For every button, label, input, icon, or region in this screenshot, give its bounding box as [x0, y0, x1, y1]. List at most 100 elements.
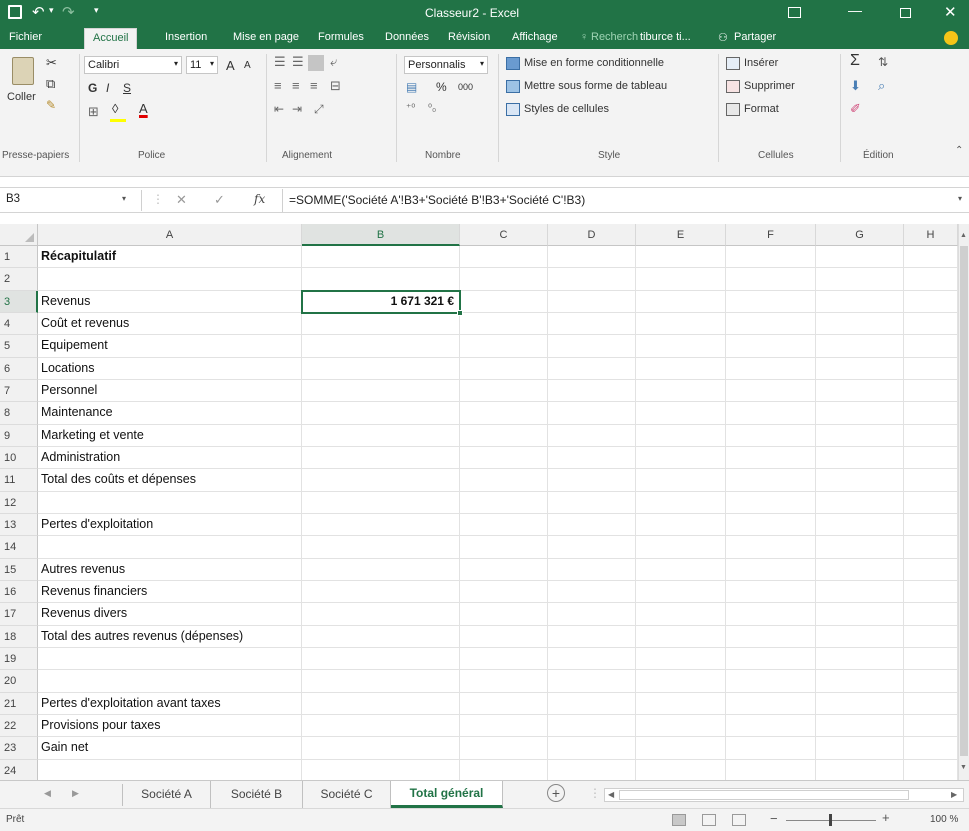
- number-format-combo[interactable]: Personnalis ▾: [404, 56, 488, 74]
- row-header[interactable]: 13: [0, 513, 38, 537]
- tab-formules[interactable]: Formules: [318, 31, 364, 43]
- cell-a15[interactable]: Autres revenus: [41, 562, 125, 576]
- name-box-dropdown-icon[interactable]: ▾: [122, 194, 126, 203]
- cell[interactable]: [460, 402, 548, 425]
- format-as-table-button[interactable]: Mettre sous forme de tableau: [524, 80, 667, 92]
- zoom-level[interactable]: 100 %: [930, 814, 958, 825]
- wrap-text-icon[interactable]: ⤶: [330, 54, 337, 70]
- cell-a7[interactable]: Personnel: [41, 383, 97, 397]
- cell[interactable]: [636, 312, 726, 336]
- zoom-slider-thumb[interactable]: [829, 814, 832, 826]
- cell[interactable]: [726, 379, 816, 403]
- underline-button[interactable]: S: [123, 81, 131, 95]
- column-header-b[interactable]: B: [302, 224, 460, 246]
- cell[interactable]: [548, 670, 636, 693]
- cell[interactable]: [726, 246, 816, 269]
- cell[interactable]: [726, 670, 816, 693]
- row-header[interactable]: 16: [0, 580, 38, 604]
- cell[interactable]: [460, 759, 548, 780]
- cell[interactable]: [548, 446, 636, 470]
- clear-icon[interactable]: ✐: [850, 101, 861, 117]
- cell[interactable]: [904, 625, 958, 648]
- row-header[interactable]: 6: [0, 357, 38, 380]
- tab-donnees[interactable]: Données: [385, 31, 429, 43]
- cell[interactable]: [726, 491, 816, 514]
- cell[interactable]: [460, 246, 548, 269]
- cell[interactable]: [636, 402, 726, 425]
- cell[interactable]: [816, 268, 904, 291]
- cell[interactable]: [38, 536, 302, 559]
- cell[interactable]: [636, 692, 726, 715]
- cell[interactable]: [726, 446, 816, 470]
- cell[interactable]: [460, 625, 548, 648]
- cell[interactable]: [816, 246, 904, 269]
- cell[interactable]: [302, 670, 460, 693]
- cell[interactable]: [904, 357, 958, 380]
- cell-a3[interactable]: Revenus: [41, 294, 90, 308]
- column-header-e[interactable]: E: [636, 224, 726, 246]
- cell[interactable]: [548, 737, 636, 760]
- collapse-ribbon-icon[interactable]: ⌃: [955, 145, 963, 156]
- cell[interactable]: [636, 290, 726, 313]
- horizontal-scrollbar[interactable]: ◀ ▶: [604, 788, 964, 802]
- scroll-down-icon[interactable]: ▼: [960, 764, 967, 771]
- cell[interactable]: [636, 714, 726, 738]
- cell-a4[interactable]: Coût et revenus: [41, 316, 129, 330]
- cell[interactable]: [636, 491, 726, 514]
- cell-a16[interactable]: Revenus financiers: [41, 584, 147, 598]
- tab-revision[interactable]: Révision: [448, 31, 490, 43]
- format-painter-icon[interactable]: ✎: [46, 98, 56, 112]
- row-header[interactable]: 5: [0, 335, 38, 358]
- cell[interactable]: [302, 558, 460, 581]
- sort-filter-icon[interactable]: ⇅: [878, 55, 888, 69]
- scroll-up-icon[interactable]: ▲: [960, 232, 967, 239]
- zoom-in-icon[interactable]: +: [882, 810, 890, 825]
- cell[interactable]: [548, 536, 636, 559]
- cell[interactable]: [302, 536, 460, 559]
- maximize-icon[interactable]: [900, 8, 911, 18]
- cell[interactable]: [904, 335, 958, 358]
- share-button[interactable]: Partager: [734, 31, 776, 43]
- find-select-icon[interactable]: ⌕: [878, 78, 885, 94]
- row-header[interactable]: 21: [0, 692, 38, 715]
- cell[interactable]: [636, 446, 726, 470]
- cell-a13[interactable]: Pertes d'exploitation: [41, 517, 153, 531]
- vertical-scrollbar[interactable]: ▲ ▼: [958, 224, 969, 780]
- cell[interactable]: [548, 469, 636, 492]
- cell[interactable]: [816, 647, 904, 671]
- cell[interactable]: [548, 246, 636, 269]
- cell[interactable]: [302, 759, 460, 780]
- next-sheet-icon[interactable]: ▶: [72, 788, 79, 799]
- align-bottom-icon[interactable]: [308, 55, 324, 71]
- cell[interactable]: [904, 290, 958, 313]
- sheet-tab-societe-c[interactable]: Société C: [303, 781, 391, 808]
- cell[interactable]: [636, 558, 726, 581]
- cell[interactable]: [816, 290, 904, 313]
- thousands-button[interactable]: 000: [458, 82, 473, 92]
- expand-formula-bar-icon[interactable]: ▾: [958, 194, 962, 203]
- copy-icon[interactable]: ⧉: [46, 76, 55, 92]
- column-header-d[interactable]: D: [548, 224, 636, 246]
- row-header[interactable]: 10: [0, 446, 38, 470]
- cell[interactable]: [38, 670, 302, 693]
- row-header[interactable]: 15: [0, 558, 38, 581]
- qat-customize-icon[interactable]: ▾: [94, 5, 99, 16]
- cell[interactable]: [548, 290, 636, 313]
- cell[interactable]: [816, 580, 904, 604]
- cell[interactable]: [548, 513, 636, 537]
- cell[interactable]: [636, 647, 726, 671]
- tab-insertion[interactable]: Insertion: [165, 31, 207, 43]
- cell-a17[interactable]: Revenus divers: [41, 606, 127, 620]
- cell[interactable]: [460, 357, 548, 380]
- cell[interactable]: [460, 424, 548, 447]
- cell[interactable]: [816, 335, 904, 358]
- cell[interactable]: [904, 580, 958, 604]
- cell[interactable]: [636, 536, 726, 559]
- horizontal-scroll-thumb[interactable]: [619, 790, 909, 800]
- cell[interactable]: [636, 670, 726, 693]
- cell[interactable]: [548, 402, 636, 425]
- insert-button[interactable]: Insérer: [744, 57, 778, 69]
- cell[interactable]: [904, 513, 958, 537]
- scroll-right-icon[interactable]: ▶: [951, 790, 957, 799]
- cell[interactable]: [460, 379, 548, 403]
